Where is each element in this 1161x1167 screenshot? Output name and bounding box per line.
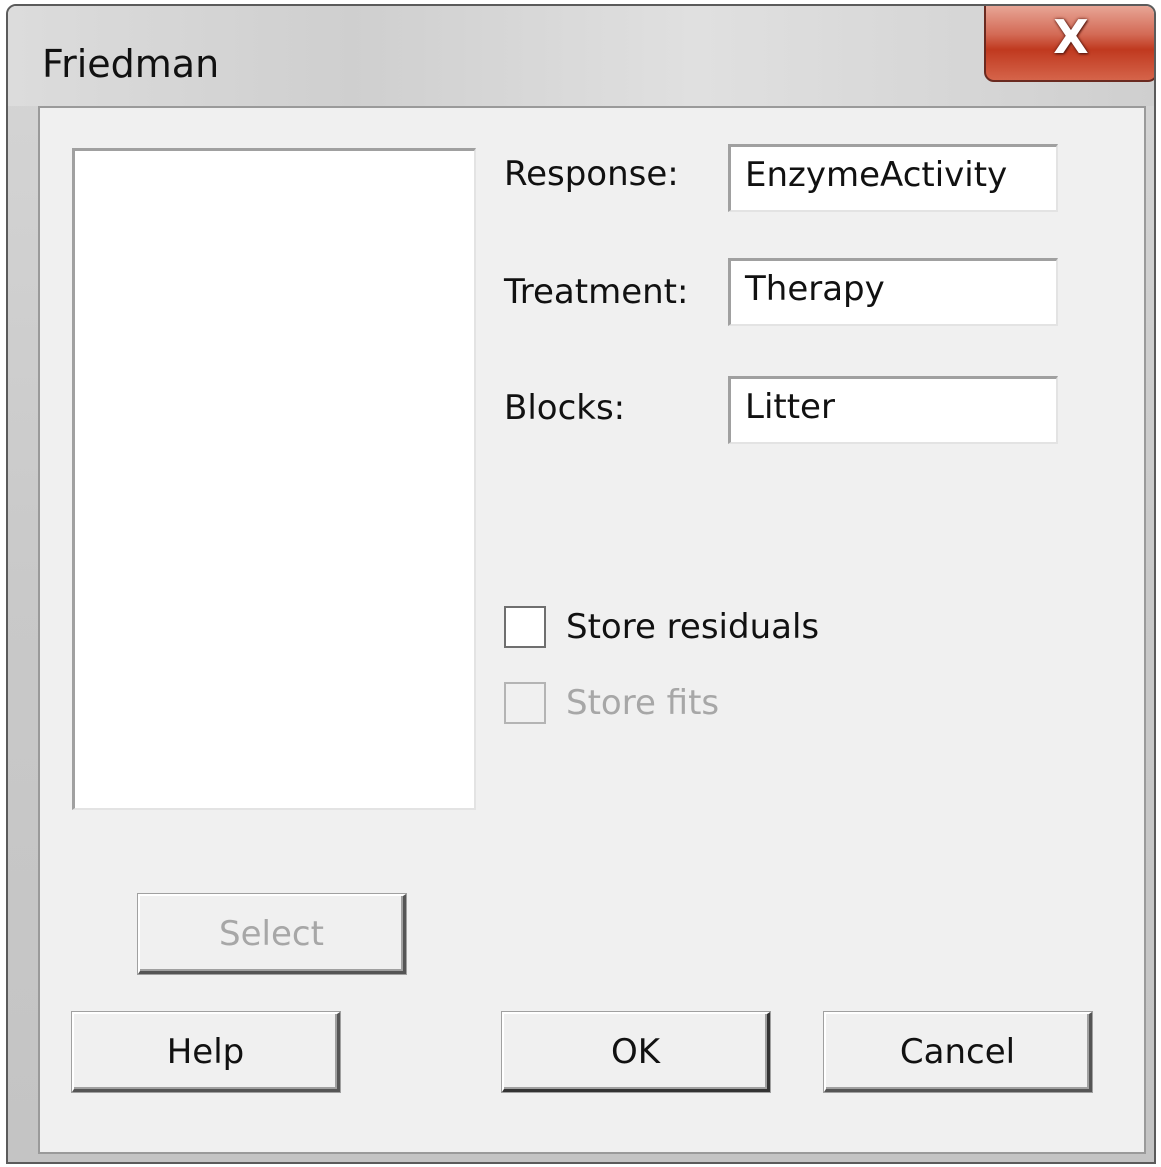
response-label: Response: bbox=[504, 154, 679, 194]
blocks-label: Blocks: bbox=[504, 388, 626, 428]
treatment-label: Treatment: bbox=[504, 272, 689, 312]
store-fits-label: Store fits bbox=[566, 683, 720, 723]
friedman-dialog: Friedman X Response: EnzymeActivity Trea… bbox=[6, 4, 1156, 1164]
select-button: Select bbox=[138, 894, 406, 974]
variable-list[interactable] bbox=[72, 148, 476, 810]
close-icon: X bbox=[1053, 10, 1089, 64]
help-button[interactable]: Help bbox=[72, 1012, 340, 1092]
dialog-body: Response: EnzymeActivity Treatment: Ther… bbox=[38, 106, 1146, 1154]
dialog-title: Friedman bbox=[42, 42, 220, 86]
close-button[interactable]: X bbox=[984, 6, 1154, 82]
response-field[interactable]: EnzymeActivity bbox=[728, 144, 1058, 212]
store-fits-checkbox bbox=[504, 682, 546, 724]
title-bar[interactable]: Friedman X bbox=[8, 6, 1154, 106]
cancel-button[interactable]: Cancel bbox=[824, 1012, 1092, 1092]
store-residuals-label: Store residuals bbox=[566, 607, 820, 647]
blocks-field[interactable]: Litter bbox=[728, 376, 1058, 444]
store-fits-option: Store fits bbox=[504, 682, 719, 724]
ok-button[interactable]: OK bbox=[502, 1012, 770, 1092]
store-residuals-checkbox[interactable] bbox=[504, 606, 546, 648]
treatment-field[interactable]: Therapy bbox=[728, 258, 1058, 326]
store-residuals-option[interactable]: Store residuals bbox=[504, 606, 819, 648]
